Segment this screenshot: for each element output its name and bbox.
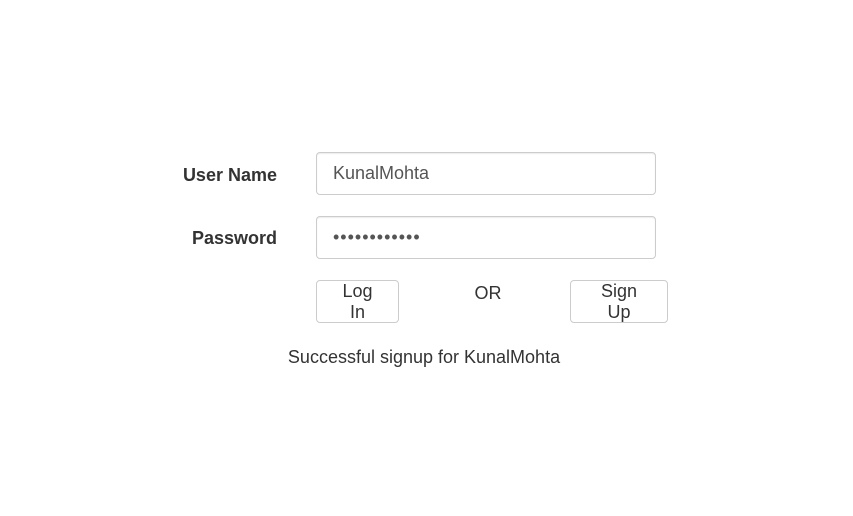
username-input[interactable] (316, 152, 656, 195)
signup-button[interactable]: Sign Up (570, 280, 668, 323)
username-label: User Name (182, 165, 277, 185)
login-page: User Name Password Log In OR Sign Up Suc… (0, 0, 853, 516)
password-input[interactable] (316, 216, 656, 259)
login-button[interactable]: Log In (316, 280, 399, 323)
password-label: Password (191, 228, 277, 248)
status-message: Successful signup for KunalMohta (287, 347, 561, 367)
or-separator: OR (474, 283, 502, 303)
